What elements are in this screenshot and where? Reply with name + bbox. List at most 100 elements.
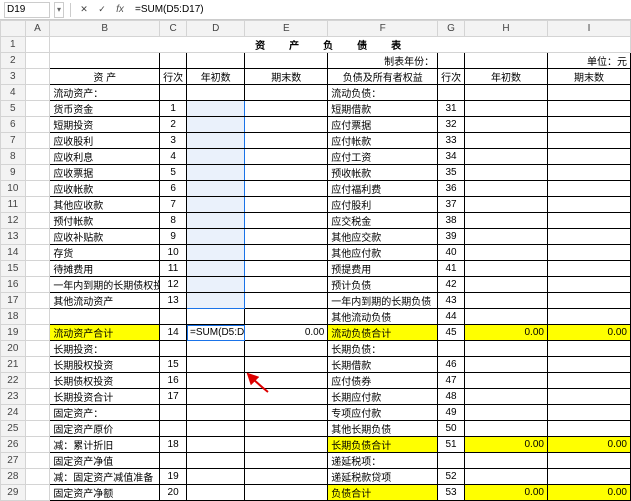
begin-cell[interactable]: 0.00: [465, 485, 548, 501]
row-header[interactable]: 10: [1, 181, 26, 197]
row-header[interactable]: 2: [1, 53, 26, 69]
begin-cell[interactable]: [187, 405, 245, 421]
begin-cell[interactable]: [465, 229, 548, 245]
row-header[interactable]: 21: [1, 357, 26, 373]
end-cell[interactable]: [245, 149, 328, 165]
liab-item[interactable]: 长期借款: [328, 357, 438, 373]
seq-cell[interactable]: 31: [438, 101, 465, 117]
asset-item[interactable]: 应收利息: [50, 149, 160, 165]
seq-cell[interactable]: 20: [160, 485, 187, 501]
end-cell[interactable]: [245, 261, 328, 277]
begin-cell[interactable]: [465, 149, 548, 165]
end-cell[interactable]: [245, 213, 328, 229]
begin-cell[interactable]: [187, 453, 245, 469]
seq-cell[interactable]: 38: [438, 213, 465, 229]
seq-cell[interactable]: 7: [160, 197, 187, 213]
seq-cell[interactable]: 2: [160, 117, 187, 133]
row-header[interactable]: 22: [1, 373, 26, 389]
seq-cell[interactable]: 9: [160, 229, 187, 245]
seq-cell[interactable]: [160, 85, 187, 101]
seq-cell[interactable]: [160, 453, 187, 469]
row-header[interactable]: 5: [1, 101, 26, 117]
liab-item[interactable]: 其他长期负债: [328, 421, 438, 437]
seq-cell[interactable]: 41: [438, 261, 465, 277]
begin-cell[interactable]: [187, 149, 245, 165]
begin-cell[interactable]: [465, 293, 548, 309]
begin-cell[interactable]: [187, 341, 245, 357]
end-cell[interactable]: [547, 373, 630, 389]
asset-item[interactable]: 长期债权投资: [50, 373, 160, 389]
row-header[interactable]: 29: [1, 485, 26, 501]
row-header[interactable]: 6: [1, 117, 26, 133]
begin-cell[interactable]: [187, 309, 245, 325]
liab-item[interactable]: 负债合计: [328, 485, 438, 501]
liab-item[interactable]: 应付债券: [328, 373, 438, 389]
begin-cell[interactable]: [187, 357, 245, 373]
begin-cell[interactable]: [187, 133, 245, 149]
end-cell[interactable]: [245, 309, 328, 325]
asset-item[interactable]: 应收帐款: [50, 181, 160, 197]
end-cell[interactable]: [245, 405, 328, 421]
seq-cell[interactable]: 52: [438, 469, 465, 485]
end-cell[interactable]: [245, 197, 328, 213]
asset-item[interactable]: 应收补贴款: [50, 229, 160, 245]
seq-cell[interactable]: 48: [438, 389, 465, 405]
seq-cell[interactable]: 4: [160, 149, 187, 165]
liab-item[interactable]: 预提费用: [328, 261, 438, 277]
spreadsheet-grid[interactable]: A B C D E F G H I 1 资产负债表 2 制表年份： 单位：元 3…: [0, 20, 631, 501]
begin-cell[interactable]: [187, 85, 245, 101]
begin-cell[interactable]: [187, 101, 245, 117]
seq-cell[interactable]: 16: [160, 373, 187, 389]
begin-cell[interactable]: [465, 101, 548, 117]
begin-cell[interactable]: [187, 117, 245, 133]
begin-cell[interactable]: [187, 181, 245, 197]
asset-item[interactable]: 货币资金: [50, 101, 160, 117]
begin-cell[interactable]: 0.00: [465, 325, 548, 341]
asset-item[interactable]: 应收股利: [50, 133, 160, 149]
end-cell[interactable]: 0.00: [245, 325, 328, 341]
begin-cell[interactable]: [465, 213, 548, 229]
row-header[interactable]: 19: [1, 325, 26, 341]
seq-cell[interactable]: 50: [438, 421, 465, 437]
fx-icon[interactable]: fx: [113, 3, 127, 17]
asset-item[interactable]: 长期投资合计: [50, 389, 160, 405]
seq-cell[interactable]: [438, 341, 465, 357]
seq-cell[interactable]: 53: [438, 485, 465, 501]
col-header[interactable]: D: [187, 21, 245, 37]
asset-item[interactable]: 短期投资: [50, 117, 160, 133]
liab-item[interactable]: 递延税款贷项: [328, 469, 438, 485]
row-header[interactable]: 8: [1, 149, 26, 165]
liab-item[interactable]: 应付福利费: [328, 181, 438, 197]
begin-cell[interactable]: [187, 469, 245, 485]
row-header[interactable]: 20: [1, 341, 26, 357]
seq-cell[interactable]: 51: [438, 437, 465, 453]
begin-cell[interactable]: [187, 485, 245, 501]
seq-cell[interactable]: 35: [438, 165, 465, 181]
liab-item[interactable]: 应交税金: [328, 213, 438, 229]
end-cell[interactable]: [245, 181, 328, 197]
row-header[interactable]: 17: [1, 293, 26, 309]
end-cell[interactable]: [547, 261, 630, 277]
col-header[interactable]: E: [245, 21, 328, 37]
liab-item[interactable]: 递延税项：: [328, 453, 438, 469]
liab-item[interactable]: 应付股利: [328, 197, 438, 213]
seq-cell[interactable]: 33: [438, 133, 465, 149]
asset-item[interactable]: 其他应收款: [50, 197, 160, 213]
end-cell[interactable]: [547, 277, 630, 293]
seq-cell[interactable]: 10: [160, 245, 187, 261]
seq-cell[interactable]: 44: [438, 309, 465, 325]
end-cell[interactable]: [547, 453, 630, 469]
end-cell[interactable]: [547, 133, 630, 149]
begin-cell[interactable]: [465, 357, 548, 373]
cancel-icon[interactable]: ✕: [77, 3, 91, 17]
seq-cell[interactable]: 1: [160, 101, 187, 117]
row-header[interactable]: 28: [1, 469, 26, 485]
begin-cell[interactable]: [465, 469, 548, 485]
begin-cell[interactable]: [187, 421, 245, 437]
end-cell[interactable]: [547, 293, 630, 309]
begin-cell[interactable]: [187, 197, 245, 213]
seq-cell[interactable]: 17: [160, 389, 187, 405]
seq-cell[interactable]: [438, 85, 465, 101]
begin-cell[interactable]: =SUM(D5:D17): [187, 325, 245, 341]
seq-cell[interactable]: 37: [438, 197, 465, 213]
